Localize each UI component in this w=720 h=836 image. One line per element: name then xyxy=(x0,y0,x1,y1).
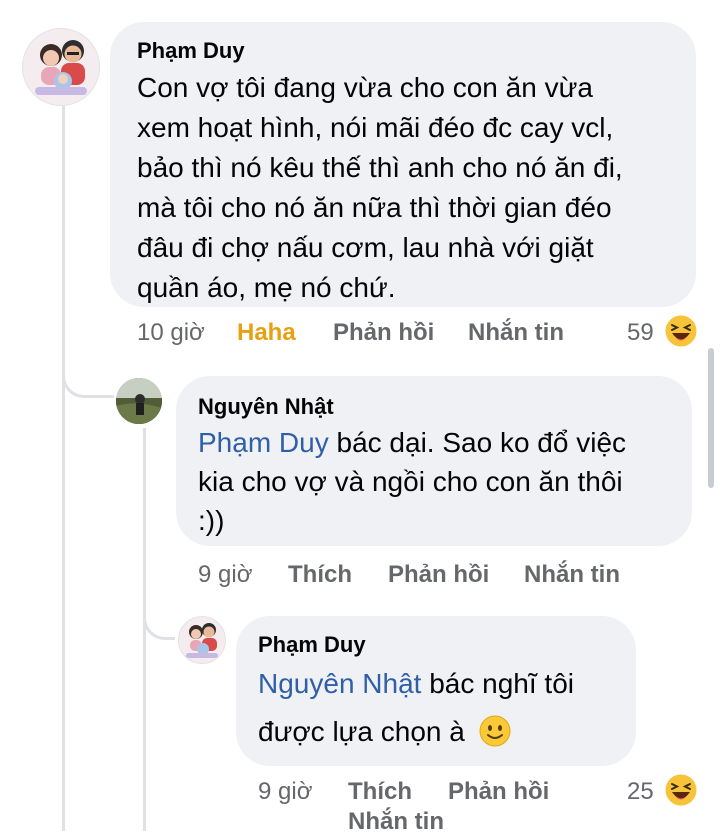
scrollbar[interactable] xyxy=(708,348,714,488)
comment-timestamp[interactable]: 10 giờ xyxy=(137,319,205,347)
comment-text: đâu đi chợ nấu cơm, lau nhà với giặt xyxy=(137,232,594,263)
like-button[interactable]: Thích xyxy=(288,561,352,589)
comment-text-span: bác nghĩ tôi xyxy=(421,668,574,699)
message-button[interactable]: Nhắn tin xyxy=(468,319,564,347)
avatar[interactable] xyxy=(178,616,226,664)
comment-text: Nguyên Nhật bác nghĩ tôi xyxy=(258,664,574,704)
haha-reaction-icon[interactable] xyxy=(664,773,698,807)
comment-timestamp[interactable]: 9 giờ xyxy=(258,778,312,806)
haha-reaction-icon[interactable] xyxy=(664,314,698,348)
reply-button[interactable]: Phản hồi xyxy=(448,778,549,806)
slight-smile-emoji-icon xyxy=(479,715,511,747)
mention-link[interactable]: Phạm Duy xyxy=(198,427,329,458)
comment-text: Con vợ tôi đang vừa cho con ăn vừa xyxy=(137,72,593,103)
avatar-image xyxy=(116,378,162,424)
reply-button[interactable]: Phản hồi xyxy=(388,561,489,589)
thread-connector-1 xyxy=(62,358,114,398)
avatar[interactable] xyxy=(22,28,100,106)
comment-text: được lựa chọn à xyxy=(258,712,511,752)
comment-text: :)) xyxy=(198,505,225,536)
avatar-image xyxy=(35,40,87,95)
reaction-count[interactable]: 25 xyxy=(627,778,654,806)
thread-line-main xyxy=(62,96,65,831)
reaction-button[interactable]: Haha xyxy=(237,319,296,347)
reaction-count[interactable]: 59 xyxy=(627,319,654,347)
message-button[interactable]: Nhắn tin xyxy=(348,808,444,836)
comment-text: Phạm Duy bác dại. Sao ko đổ việc xyxy=(198,423,626,463)
comment-text-span: bác dại. Sao ko đổ việc xyxy=(328,427,627,458)
comment-author[interactable]: Phạm Duy xyxy=(258,632,366,658)
comment-author[interactable]: Nguyên Nhật xyxy=(198,394,334,420)
comment-text: kia cho vợ và ngồi cho con ăn thôi xyxy=(198,466,623,497)
reply-button[interactable]: Phản hồi xyxy=(333,319,434,347)
comment-text: quần áo, mẹ nó chứ. xyxy=(137,272,396,303)
thread-connector-2 xyxy=(143,600,175,640)
comment-text: bảo thì nó kêu thế thì anh cho nó ăn đi, xyxy=(137,152,623,183)
comment-timestamp[interactable]: 9 giờ xyxy=(198,561,252,589)
avatar-image xyxy=(186,623,218,658)
like-button[interactable]: Thích xyxy=(348,778,412,806)
comment-text: xem hoạt hình, nói mãi đéo đc cay vcl, xyxy=(137,112,614,143)
avatar[interactable] xyxy=(116,378,162,424)
comment-text: mà tôi cho nó ăn nữa thì thời gian đéo xyxy=(137,192,612,223)
comment-text-span: được lựa chọn à xyxy=(258,716,465,747)
comment-author[interactable]: Phạm Duy xyxy=(137,38,245,64)
mention-link[interactable]: Nguyên Nhật xyxy=(258,668,421,699)
message-button[interactable]: Nhắn tin xyxy=(524,561,620,589)
